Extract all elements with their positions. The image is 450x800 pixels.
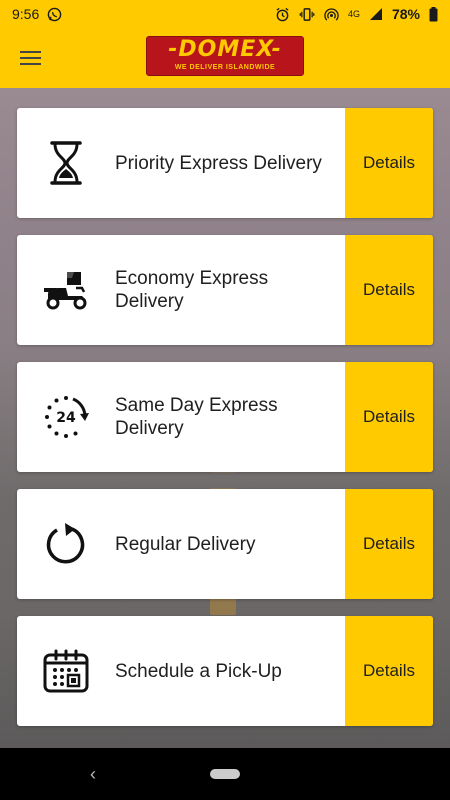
system-nav-bar: ‹ [0,748,450,800]
24-hour-icon: 24 [17,362,115,472]
service-card-economy-express[interactable]: Economy Express Delivery Details [17,235,433,345]
service-card-priority-express[interactable]: Priority Express Delivery Details [17,108,433,218]
home-pill-button[interactable] [210,769,240,779]
service-list: Priority Express Delivery Details Econom… [0,88,450,748]
details-button[interactable]: Details [345,108,433,218]
delivery-scooter-icon [17,235,115,345]
svg-text:24: 24 [56,410,76,426]
status-bar: 9:56 4G 78% [0,0,450,28]
service-title: Economy Express Delivery [115,268,269,312]
status-time: 9:56 [12,6,40,22]
logo-tagline: WE DELIVER ISLANDWIDE [174,64,276,71]
details-button[interactable]: Details [345,616,433,726]
logo-text: -DOMEX- [168,37,282,62]
service-title: Priority Express Delivery [115,152,322,174]
refresh-icon [17,489,115,599]
whatsapp-icon [47,7,62,22]
service-card-regular-delivery[interactable]: Regular Delivery Details [17,489,433,599]
service-title: Schedule a Pick-Up [115,660,282,682]
vibrate-icon [299,7,315,22]
battery-icon [429,6,438,22]
network-type: 4G [347,8,360,19]
hotspot-icon [324,7,339,22]
service-title: Regular Delivery [115,533,256,555]
details-button[interactable]: Details [345,362,433,472]
service-title: Same Day Express Delivery [115,395,278,439]
details-button[interactable]: Details [345,489,433,599]
service-card-schedule-pickup[interactable]: Schedule a Pick-Up Details [17,616,433,726]
details-button[interactable]: Details [345,235,433,345]
calendar-icon [17,616,115,726]
hourglass-icon [17,108,115,218]
alarm-icon [275,7,290,22]
battery-percent: 78% [391,6,420,22]
hamburger-menu-icon[interactable] [0,28,60,88]
domex-logo: -DOMEX- WE DELIVER ISLANDWIDE [146,36,304,76]
service-card-same-day-express[interactable]: 24 Same Day Express Delivery Details [17,362,433,472]
app-header: -DOMEX- WE DELIVER ISLANDWIDE [0,28,450,88]
back-nav-icon[interactable]: ‹ [90,764,96,785]
signal-icon [369,7,383,21]
